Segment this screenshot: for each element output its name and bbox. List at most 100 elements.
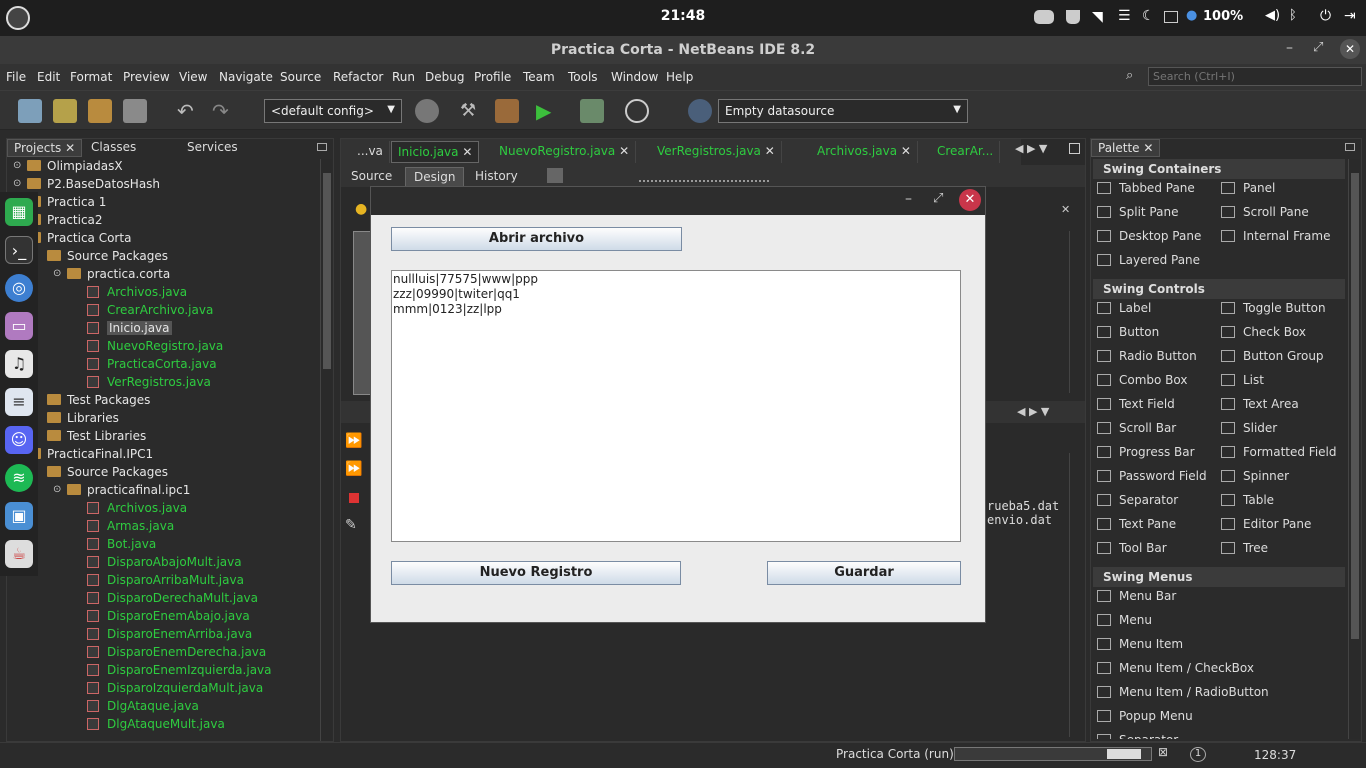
discord-app-icon[interactable]: ☺ — [5, 426, 33, 454]
files-app-icon[interactable]: ▭ — [5, 312, 33, 340]
menu-view[interactable]: View — [179, 70, 207, 84]
debug-icon[interactable] — [580, 99, 604, 123]
palette-item[interactable]: Menu — [1097, 613, 1152, 627]
bluetooth-icon[interactable]: ᛒ — [1289, 8, 1297, 23]
tree-node[interactable]: Libraries — [47, 411, 119, 429]
text-editor-app-icon[interactable]: ≡ — [5, 388, 33, 416]
tree-file-item[interactable]: Inicio.java — [87, 321, 172, 339]
palette-item[interactable]: Popup Menu — [1097, 709, 1193, 723]
project-tree-scrollbar[interactable] — [320, 159, 332, 741]
output-nav-icon[interactable]: ◀ ▶ ▼ — [1017, 405, 1049, 418]
palette-item[interactable]: Progress Bar — [1097, 445, 1195, 459]
menu-preview[interactable]: Preview — [123, 70, 170, 84]
palette-item[interactable]: Text Area — [1221, 397, 1299, 411]
tree-node[interactable]: Source Packages — [47, 465, 168, 483]
undo-icon[interactable]: ↶ — [177, 99, 201, 123]
tree-file-item[interactable]: DlgAtaque.java — [87, 699, 199, 717]
palette-section-header[interactable]: Swing Containers — [1093, 159, 1345, 179]
tree-file-item[interactable]: VerRegistros.java — [87, 375, 211, 393]
dialog-close-icon[interactable]: ✕ — [959, 189, 981, 211]
menu-format[interactable]: Format — [70, 70, 112, 84]
dialog-minimize-icon[interactable]: – — [905, 191, 912, 207]
close-tab-icon[interactable]: ✕ — [462, 145, 472, 159]
tab-file-5[interactable]: CrearAr... — [931, 141, 1001, 163]
logout-icon[interactable]: ⇥ — [1344, 8, 1356, 24]
palette-item[interactable]: Text Field — [1097, 397, 1175, 411]
menu-team[interactable]: Team — [523, 70, 555, 84]
tree-node[interactable]: practicafinal.ipc1 — [67, 483, 190, 501]
palette-item[interactable]: Separator — [1097, 733, 1178, 739]
palette-item[interactable]: Desktop Pane — [1097, 229, 1201, 243]
palette-item[interactable]: Spinner — [1221, 469, 1289, 483]
tree-file-item[interactable]: Archivos.java — [87, 285, 187, 303]
menu-navigate[interactable]: Navigate — [219, 70, 273, 84]
close-hint-icon[interactable]: ✕ — [1061, 203, 1070, 216]
minimize-panel-icon[interactable] — [317, 143, 327, 151]
menu-edit[interactable]: Edit — [37, 70, 60, 84]
menu-tray-icon[interactable]: ☰ — [1118, 8, 1131, 24]
close-window-icon[interactable]: ✕ — [1340, 39, 1360, 59]
build-config-icon[interactable] — [415, 99, 439, 123]
menu-tools[interactable]: Tools — [568, 70, 598, 84]
discord-tray-icon[interactable] — [1034, 10, 1054, 24]
rerun-alt-icon[interactable]: ⏩ — [345, 461, 362, 477]
palette-item[interactable]: Slider — [1221, 421, 1277, 435]
new-project-icon[interactable] — [53, 99, 77, 123]
palette-item[interactable]: Internal Frame — [1221, 229, 1330, 243]
palette-item[interactable]: List — [1221, 373, 1264, 387]
palette-item[interactable]: Button Group — [1221, 349, 1324, 363]
palette-item[interactable]: Scroll Pane — [1221, 205, 1309, 219]
tree-file-item[interactable]: DisparoEnemDerecha.java — [87, 645, 266, 663]
palette-item[interactable]: Formatted Field — [1221, 445, 1337, 459]
palette-section-header[interactable]: Swing Menus — [1093, 567, 1345, 587]
tab-file-1[interactable]: Inicio.java ✕ — [391, 141, 480, 163]
design-scrollbar[interactable] — [1069, 231, 1081, 393]
maximize-icon[interactable]: ⤢ — [1313, 40, 1323, 55]
palette-item[interactable]: Password Field — [1097, 469, 1207, 483]
folder-tray-icon[interactable] — [1164, 11, 1178, 23]
chromium-app-icon[interactable]: ◎ — [5, 274, 33, 302]
wifi-icon[interactable]: ◥ — [1092, 9, 1103, 25]
tree-file-item[interactable]: DisparoEnemAbajo.java — [87, 609, 250, 627]
save-all-icon[interactable] — [123, 99, 147, 123]
palette-item[interactable]: Separator — [1097, 493, 1178, 507]
config-combo[interactable]: <default config> ▼ — [264, 99, 402, 123]
menu-run[interactable]: Run — [392, 70, 415, 84]
menu-profile[interactable]: Profile — [474, 70, 511, 84]
tree-node[interactable]: Practica2 — [27, 213, 103, 231]
tree-file-item[interactable]: DisparoIzquierdaMult.java — [87, 681, 263, 699]
rerun-icon[interactable]: ⏩ — [345, 433, 362, 449]
palette-item[interactable]: Combo Box — [1097, 373, 1188, 387]
minimize-panel-icon[interactable] — [1345, 143, 1355, 151]
palette-item[interactable]: Radio Button — [1097, 349, 1197, 363]
tree-file-item[interactable]: Archivos.java — [87, 501, 187, 519]
records-text-area[interactable]: nullluis|77575|www|ppp zzz|09990|twiter|… — [391, 270, 961, 542]
palette-item[interactable]: Table — [1221, 493, 1274, 507]
close-tab-icon[interactable]: ✕ — [619, 144, 629, 158]
palette-item[interactable]: Toggle Button — [1221, 301, 1326, 315]
tree-node[interactable]: P2.BaseDatosHash — [27, 177, 160, 195]
power-icon[interactable]: ⏻ — [1320, 8, 1331, 24]
menu-help[interactable]: Help — [666, 70, 693, 84]
palette-item[interactable]: Menu Item / RadioButton — [1097, 685, 1269, 699]
tree-file-item[interactable]: DlgAtaqueMult.java — [87, 717, 225, 735]
datasource-icon[interactable] — [688, 99, 712, 123]
java-app-icon[interactable]: ☕ — [5, 540, 33, 568]
search-icon[interactable]: ⌕ — [1126, 68, 1133, 83]
redo-icon[interactable]: ↷ — [212, 99, 236, 123]
subtab-design[interactable]: Design — [405, 167, 465, 187]
tab-scroll-left-icon[interactable]: ◀ ▶ ▼ — [1015, 142, 1047, 155]
tab-file-4[interactable]: Archivos.java ✕ — [811, 141, 918, 163]
tree-node[interactable]: Test Packages — [47, 393, 150, 411]
tab-classes[interactable]: Classes — [85, 139, 142, 157]
volume-icon[interactable]: ◀) — [1265, 8, 1280, 23]
stop-icon[interactable] — [349, 493, 359, 503]
tab-projects[interactable]: Projects ✕ — [7, 139, 83, 157]
tree-file-item[interactable]: CrearArchivo.java — [87, 303, 213, 321]
minimize-icon[interactable]: – — [1286, 40, 1293, 56]
clock[interactable]: 21:48 — [640, 8, 726, 24]
palette-item[interactable]: Tabbed Pane — [1097, 181, 1195, 195]
tab-file-3[interactable]: VerRegistros.java ✕ — [651, 141, 782, 163]
virtualbox-app-icon[interactable]: ▣ — [5, 502, 33, 530]
palette-item[interactable]: Editor Pane — [1221, 517, 1311, 531]
